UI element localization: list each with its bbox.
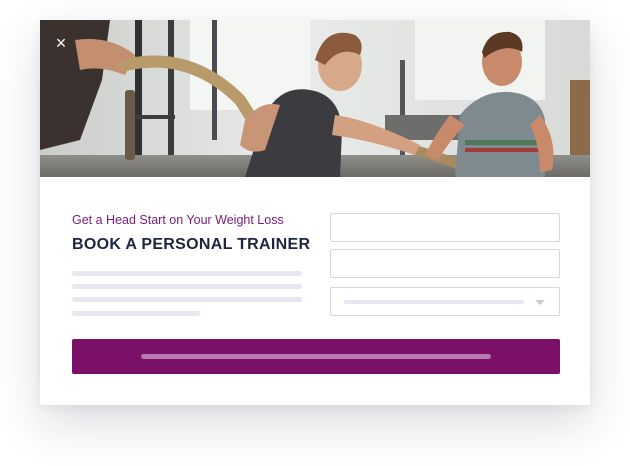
gym-photo-illustration	[40, 20, 590, 177]
description-line	[72, 271, 302, 276]
modal-title: BOOK A PERSONAL TRAINER	[72, 236, 311, 253]
submit-label-placeholder	[141, 354, 491, 359]
description-line	[72, 284, 302, 289]
description-line	[72, 297, 302, 302]
name-input[interactable]	[330, 213, 560, 242]
chevron-down-icon	[535, 300, 545, 305]
close-button[interactable]: ×	[52, 34, 70, 52]
email-input[interactable]	[330, 249, 560, 278]
trainer-select[interactable]	[330, 287, 560, 316]
select-placeholder	[344, 300, 524, 304]
modal-subtitle: Get a Head Start on Your Weight Loss	[72, 213, 284, 227]
booking-modal: × Get a Head Start on Your Weight Loss B…	[40, 20, 590, 405]
description-line	[72, 311, 200, 316]
close-icon: ×	[55, 33, 67, 53]
submit-button[interactable]	[72, 339, 560, 374]
hero-image	[40, 20, 590, 177]
